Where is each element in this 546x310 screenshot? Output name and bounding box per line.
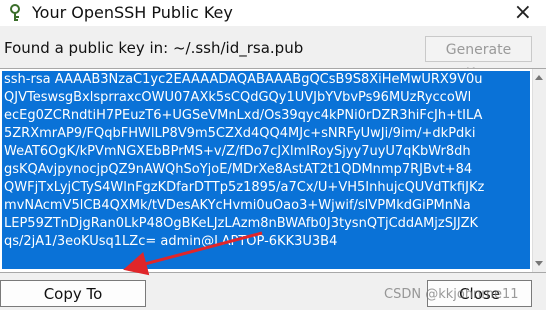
key-line: WeAT6OgK/kPVmNGXEbBPrMS+v/Z/fDo7cJXlmlRo… xyxy=(4,144,471,159)
close-button[interactable]: Close xyxy=(427,280,532,307)
title-bar: Your OpenSSH Public Key xyxy=(0,0,546,26)
window-title: Your OpenSSH Public Key xyxy=(32,3,233,22)
scroll-down-icon[interactable] xyxy=(535,261,543,266)
key-line: ecEg0ZCRndtiH7PEuzT6+UGSeVMnLxd/Os39qyc4… xyxy=(4,108,483,123)
window-close-button[interactable]: × xyxy=(514,2,532,24)
scroll-up-icon[interactable] xyxy=(535,75,543,80)
vertical-scrollbar[interactable] xyxy=(532,69,546,272)
key-line: 5ZRXmrAP9/FQqbFHWlLP8V9m5CZXd4QQ4MJc+sNR… xyxy=(4,126,476,141)
ssh-key-window: Your OpenSSH Public Key × Found a public… xyxy=(0,0,546,310)
key-line: QWFjTxLyjCTyS4WlnFgzKDfarDTTp5z1895/a7Cx… xyxy=(4,180,485,195)
key-line: mvNAcmV5lCB4QXMk/tVDesAKYcHvmi0uOao3+Wjw… xyxy=(4,198,471,213)
key-icon xyxy=(6,4,24,22)
key-line: gsKQAvjpynocjpQZ9nAWQhSoYjoE/MDrXe8AstAT… xyxy=(4,162,473,177)
generate-key-button[interactable]: Generate Key xyxy=(425,36,532,82)
key-line: LEP59ZTnDjgRan0LkP48OgBKeLJzLAzm8nBWAfb0… xyxy=(4,216,479,231)
key-line: ssh-rsa AAAAB3NzaC1yc2EAAAADAQABAAABgQCs… xyxy=(4,72,483,87)
copy-to-clipboard-button[interactable]: Copy To Clipboard xyxy=(0,280,146,307)
public-key-textbox[interactable]: ssh-rsa AAAAB3NzaC1yc2EAAAADAQABAAABgQCs… xyxy=(0,68,546,273)
key-line: qs/2jA1/3eoKUsq1LZc= admin@LAPTOP-6KK3U3… xyxy=(4,234,338,249)
key-line: QJVTeswsgBxlsprraxcOWU07AXk5sCQdGQy1UVJb… xyxy=(4,90,472,105)
found-key-label: Found a public key in: ~/.ssh/id_rsa.pub xyxy=(4,39,304,57)
public-key-text[interactable]: ssh-rsa AAAAB3NzaC1yc2EAAAADAQABAAABgQCs… xyxy=(2,71,530,269)
